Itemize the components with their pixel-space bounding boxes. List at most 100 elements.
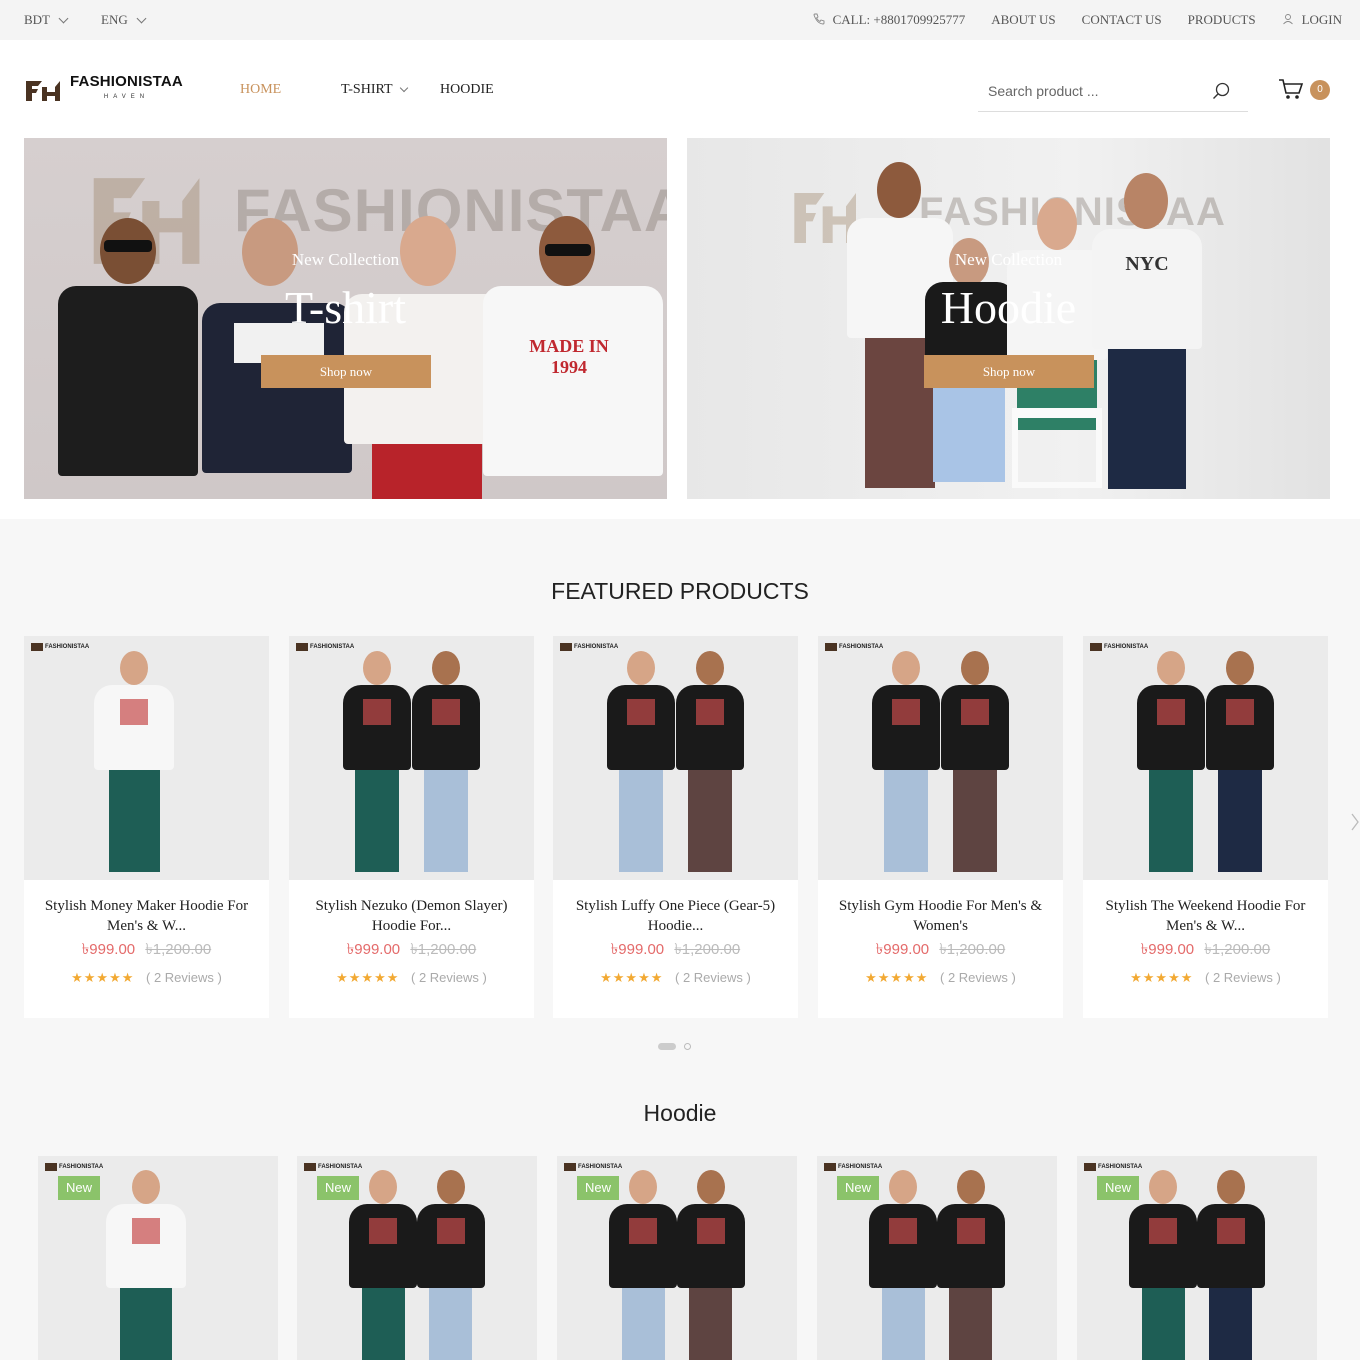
search-box	[978, 76, 1248, 112]
star-rating-icon: ★★★★★	[336, 970, 400, 985]
new-badge: New	[58, 1176, 100, 1200]
star-rating-icon: ★★★★★	[71, 970, 135, 985]
nav-home[interactable]: HOME	[240, 82, 281, 98]
original-price: ৳1,200.00	[145, 941, 212, 958]
site-logo[interactable]: FASHIONISTAA HAVEN	[24, 73, 183, 104]
product-card[interactable]: FASHIONISTAA Stylish Luffy One Piece (Ge…	[553, 636, 798, 1018]
review-count[interactable]: ( 2 Reviews )	[411, 970, 487, 985]
product-rating: ★★★★★ ( 2 Reviews )	[553, 970, 798, 986]
review-count[interactable]: ( 2 Reviews )	[1205, 970, 1281, 985]
product-rating: ★★★★★ ( 2 Reviews )	[289, 970, 534, 986]
nav-hoodie[interactable]: HOODIE	[440, 82, 494, 98]
model-figure	[416, 1168, 485, 1360]
model-figure	[936, 1168, 1005, 1360]
banner-overlay: New Collection Hoodie Shop now	[687, 138, 1330, 499]
carousel-dot-active[interactable]	[658, 1043, 676, 1050]
banner-overlay: New Collection T-shirt Shop now	[24, 138, 667, 499]
banner-title: Hoodie	[940, 282, 1077, 333]
original-price: ৳1,200.00	[674, 941, 741, 958]
logo-text: FASHIONISTAA HAVEN	[70, 73, 183, 104]
product-price: ৳999.00 ৳1,200.00	[289, 938, 534, 963]
chevron-down-icon	[136, 13, 147, 23]
model-figure	[676, 1168, 745, 1360]
product-rating: ★★★★★ ( 2 Reviews )	[818, 970, 1063, 986]
search-icon[interactable]	[1212, 82, 1230, 100]
star-rating-icon: ★★★★★	[1130, 970, 1194, 985]
main-header: FASHIONISTAA HAVEN HOME T-SHIRT HOODIE 0	[0, 40, 1360, 138]
shop-now-button[interactable]: Shop now	[261, 355, 431, 388]
logo-name: FASHIONISTAA	[70, 73, 183, 90]
sale-price: ৳999.00	[1140, 941, 1195, 958]
product-image[interactable]: FASHIONISTAA	[289, 636, 534, 880]
original-price: ৳1,200.00	[410, 941, 477, 958]
product-name[interactable]: Stylish Money Maker Hoodie For Men's & W…	[38, 896, 255, 936]
product-price: ৳999.00 ৳1,200.00	[818, 938, 1063, 963]
star-rating-icon: ★★★★★	[865, 970, 929, 985]
model-figure	[940, 648, 1009, 880]
product-card[interactable]: FASHIONISTAA Stylish The Weekend Hoodie …	[1083, 636, 1328, 1018]
hoodie-product-card[interactable]: FASHIONISTAA New	[297, 1156, 537, 1360]
product-image[interactable]: FASHIONISTAA	[553, 636, 798, 880]
review-count[interactable]: ( 2 Reviews )	[940, 970, 1016, 985]
hoodie-product-card[interactable]: FASHIONISTAA New	[817, 1156, 1057, 1360]
currency-label: BDT	[24, 12, 50, 27]
chevron-right-icon[interactable]	[1350, 812, 1360, 832]
product-name[interactable]: Stylish Nezuko (Demon Slayer) Hoodie For…	[303, 896, 520, 936]
review-count[interactable]: ( 2 Reviews )	[675, 970, 751, 985]
cart-count-badge: 0	[1310, 80, 1330, 100]
login-link[interactable]: LOGIN	[1282, 12, 1342, 28]
hoodie-product-card[interactable]: FASHIONISTAA New	[38, 1156, 278, 1360]
product-name[interactable]: Stylish Gym Hoodie For Men's & Women's	[832, 896, 1049, 936]
banner-subtitle: New Collection	[954, 250, 1063, 269]
hoodie-section-title: Hoodie	[643, 1100, 717, 1126]
hoodie-product-card[interactable]: FASHIONISTAA New	[1077, 1156, 1317, 1360]
new-badge: New	[577, 1176, 619, 1200]
phone-icon	[813, 13, 825, 25]
tshirt-banner[interactable]: FASHIONISTAA MADE IN 1994 New Collection	[24, 138, 667, 499]
language-label: ENG	[101, 12, 128, 27]
product-image[interactable]: FASHIONISTAA	[818, 636, 1063, 880]
about-link[interactable]: ABOUT US	[991, 12, 1055, 28]
model-figure	[675, 648, 744, 880]
product-image[interactable]: FASHIONISTAA	[24, 636, 269, 880]
hoodie-banner[interactable]: FASHIONISTAA NYC New Collection Hoodie	[687, 138, 1330, 499]
sale-price: ৳999.00	[346, 941, 401, 958]
product-card[interactable]: FASHIONISTAA Stylish Money Maker Hoodie …	[24, 636, 269, 1018]
product-card[interactable]: FASHIONISTAA Stylish Nezuko (Demon Slaye…	[289, 636, 534, 1018]
product-image-logo: FASHIONISTAA	[45, 1163, 103, 1171]
model-figure	[106, 1168, 186, 1360]
logo-subtitle: HAVEN	[103, 94, 150, 100]
products-link[interactable]: PRODUCTS	[1188, 12, 1256, 28]
model-figure	[349, 1168, 418, 1360]
banner-title: T-shirt	[285, 282, 406, 333]
product-name[interactable]: Stylish Luffy One Piece (Gear-5) Hoodie.…	[567, 896, 784, 936]
banner-subtitle: New Collection	[291, 250, 400, 269]
product-name[interactable]: Stylish The Weekend Hoodie For Men's & W…	[1097, 896, 1314, 936]
product-rating: ★★★★★ ( 2 Reviews )	[24, 970, 269, 986]
carousel-dot[interactable]	[684, 1043, 691, 1050]
language-selector[interactable]: ENG	[101, 12, 147, 28]
chevron-down-icon	[399, 83, 408, 93]
search-input[interactable]	[978, 76, 1198, 106]
review-count[interactable]: ( 2 Reviews )	[146, 970, 222, 985]
user-icon	[1282, 14, 1293, 25]
hero-section: FASHIONISTAA MADE IN 1994 New Collection	[0, 138, 1360, 519]
product-image[interactable]: FASHIONISTAA	[1083, 636, 1328, 880]
product-card[interactable]: FASHIONISTAA Stylish Gym Hoodie For Men'…	[818, 636, 1063, 1018]
hoodie-product-card[interactable]: FASHIONISTAA New	[557, 1156, 797, 1360]
product-price: ৳999.00 ৳1,200.00	[24, 938, 269, 963]
model-figure	[607, 648, 676, 880]
login-label: LOGIN	[1301, 12, 1342, 27]
contact-link[interactable]: CONTACT US	[1082, 12, 1162, 28]
currency-selector[interactable]: BDT	[24, 12, 69, 28]
model-figure	[1137, 648, 1206, 880]
chevron-down-icon	[58, 13, 69, 23]
cart-icon[interactable]	[1278, 78, 1304, 100]
shop-now-button[interactable]: Shop now	[924, 355, 1094, 388]
carousel-pagination	[658, 1043, 691, 1050]
model-figure	[1196, 1168, 1265, 1360]
call-link[interactable]: CALL: +8801709925777	[813, 12, 965, 28]
original-price: ৳1,200.00	[1204, 941, 1271, 958]
new-badge: New	[317, 1176, 359, 1200]
nav-tshirt[interactable]: T-SHIRT	[341, 82, 408, 98]
